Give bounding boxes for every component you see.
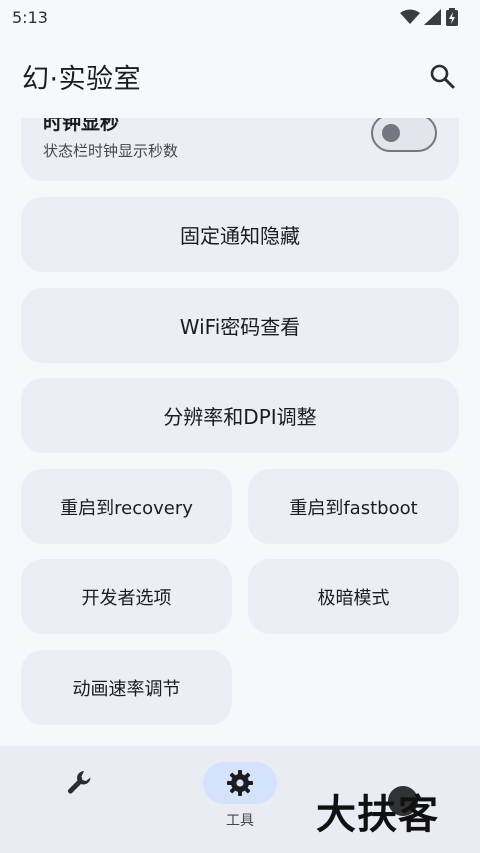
wifi-icon [400,9,420,24]
page-title: 幻·实验室 [22,63,142,95]
button-label: 分辨率和DPI调整 [163,405,317,429]
nav-item-wrench[interactable] [0,762,160,832]
clock-seconds-setting[interactable]: 时钟显秒 状态栏时钟显示秒数 [21,118,459,181]
search-icon [430,64,455,89]
nav-item-tools[interactable]: 工具 [160,762,320,832]
wrench-icon [68,771,91,794]
button-label: 极暗模式 [317,587,390,609]
cell-signal-icon [424,9,441,25]
app-bar: 幻·实验室 [0,44,480,108]
reboot-recovery-button[interactable]: 重启到recovery [21,469,232,544]
search-button[interactable] [426,60,458,92]
clock-seconds-switch[interactable] [371,118,437,152]
setting-subtitle: 状态栏时钟显示秒数 [43,142,179,160]
button-label: 重启到recovery [60,497,193,519]
extra-dim-button[interactable]: 极暗模式 [248,559,459,634]
watermark-logo: 大扶客 [316,791,439,838]
nav-pill [43,762,117,804]
button-label: 固定通知隐藏 [180,224,300,248]
gear-icon [227,770,253,796]
tool-list[interactable]: 时钟显秒 状态栏时钟显示秒数 固定通知隐藏 WiFi密码查看 分辨率和DPI调整… [0,118,480,746]
nav-label-tools: 工具 [226,813,254,829]
status-bar: 5:13 [0,0,480,34]
clock: 5:13 [12,7,48,27]
hide-notification-button[interactable]: 固定通知隐藏 [21,197,459,272]
button-label: 动画速率调节 [72,678,181,700]
battery-icon [446,8,458,26]
nav-pill-active [203,762,277,804]
developer-options-button[interactable]: 开发者选项 [21,559,232,634]
button-label: WiFi密码查看 [179,315,301,339]
button-label: 重启到fastboot [289,497,418,519]
animation-speed-button[interactable]: 动画速率调节 [21,650,232,725]
setting-title: 时钟显秒 [43,118,120,134]
resolution-dpi-button[interactable]: 分辨率和DPI调整 [21,378,459,453]
button-label: 开发者选项 [81,587,172,609]
switch-knob [382,124,400,142]
reboot-fastboot-button[interactable]: 重启到fastboot [248,469,459,544]
wifi-password-button[interactable]: WiFi密码查看 [21,288,459,363]
status-icons [400,8,458,26]
